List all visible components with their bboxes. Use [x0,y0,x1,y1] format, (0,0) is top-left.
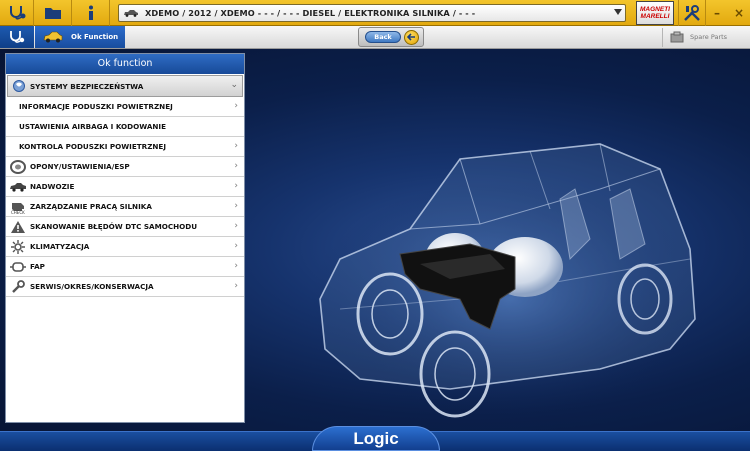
back-button[interactable]: Back [358,27,424,47]
stethoscope-icon [9,6,25,20]
airbag-icon [13,80,25,92]
diagnosis-home-button[interactable] [0,26,34,48]
info-icon [88,5,93,20]
car-ok-icon [43,31,63,43]
open-folder-button[interactable] [34,0,72,26]
chevron-right-icon: › [234,141,238,151]
tab-ok-function[interactable]: Ok Function [35,26,125,48]
top-toolbar: XDEMO / 2012 / XDEMO - - - / - - - DIESE… [0,0,750,26]
dpf-icon [8,259,27,275]
chevron-down-icon: ⌄ [230,80,238,90]
close-button[interactable]: × [728,0,750,26]
list-item-airbag-coding[interactable]: USTAWIENIA AIRBAGA I KODOWANIE [6,117,244,137]
warning-icon [8,219,27,235]
list-item-body[interactable]: NADWOZIE › [6,177,244,197]
tools-button[interactable] [678,0,706,26]
chevron-right-icon: › [234,101,238,111]
check-engine-icon: CHECK [8,199,27,215]
chevron-right-icon: › [234,241,238,251]
car-icon [124,10,138,17]
svg-text:CHECK: CHECK [11,210,25,214]
ok-function-panel: Ok function SYSTEMY BEZPIECZEŃSTWA ⌄ INF… [5,53,245,423]
climate-icon [8,239,27,255]
panel-title: Ok function [6,54,244,74]
minimize-button[interactable]: – [706,0,728,26]
logic-brand-tab: Logic [312,426,440,451]
spare-parts-label: Spare Parts [690,33,728,41]
list-item-dtc-scan[interactable]: SKANOWANIE BŁĘDÓW DTC SAMOCHODU › [6,217,244,237]
car-body-icon [8,179,27,195]
vehicle-path-text: XDEMO / 2012 / XDEMO - - - / - - - DIESE… [145,8,476,18]
brand-label: Logic [353,428,399,448]
folder-icon [44,8,61,19]
wrench-icon [8,279,27,295]
list-item-service[interactable]: SERWIS/OKRES/KONSERWACJA › [6,277,244,297]
tools-icon [684,5,700,21]
chevron-right-icon: › [234,181,238,191]
tire-icon [8,159,27,175]
dropdown-arrow-icon[interactable] [614,9,622,15]
arrow-left-icon [404,29,419,45]
back-label: Back [365,31,401,43]
chevron-right-icon: › [234,281,238,291]
magneti-marelli-logo: MAGNETI MARELLI [636,1,674,25]
list-item-airbag-info[interactable]: INFORMACJE PODUSZKI POWIETRZNEJ › [6,97,244,117]
tab-label: Ok Function [71,33,119,41]
list-item-engine-management[interactable]: CHECK ZARZĄDZANIE PRACĄ SILNIKA › [6,197,244,217]
chevron-right-icon: › [234,201,238,211]
stethoscope-home-button[interactable] [0,0,34,26]
vehicle-selector-dropdown[interactable]: XDEMO / 2012 / XDEMO - - - / - - - DIESE… [118,4,626,22]
list-item-fap[interactable]: FAP › [6,257,244,277]
car-airbag-illustration [310,143,710,419]
chevron-right-icon: › [234,221,238,231]
divider [662,28,663,47]
navigation-bar: Ok Function Back Spare Parts [0,26,750,49]
list-item-airbag-control[interactable]: KONTROLA PODUSZKI POWIETRZNEJ › [6,137,244,157]
info-button[interactable] [72,0,110,26]
spare-parts-icon [670,31,684,43]
category-label: SYSTEMY BEZPIECZEŃSTWA [30,81,144,91]
stethoscope-icon [10,31,25,43]
chevron-right-icon: › [234,261,238,271]
list-item-tires[interactable]: OPONY/USTAWIENIA/ESP › [6,157,244,177]
spare-parts-button[interactable]: Spare Parts [670,26,750,48]
category-safety-systems[interactable]: SYSTEMY BEZPIECZEŃSTWA ⌄ [7,75,243,97]
chevron-right-icon: › [234,161,238,171]
list-item-climate[interactable]: KLIMATYZACJA › [6,237,244,257]
